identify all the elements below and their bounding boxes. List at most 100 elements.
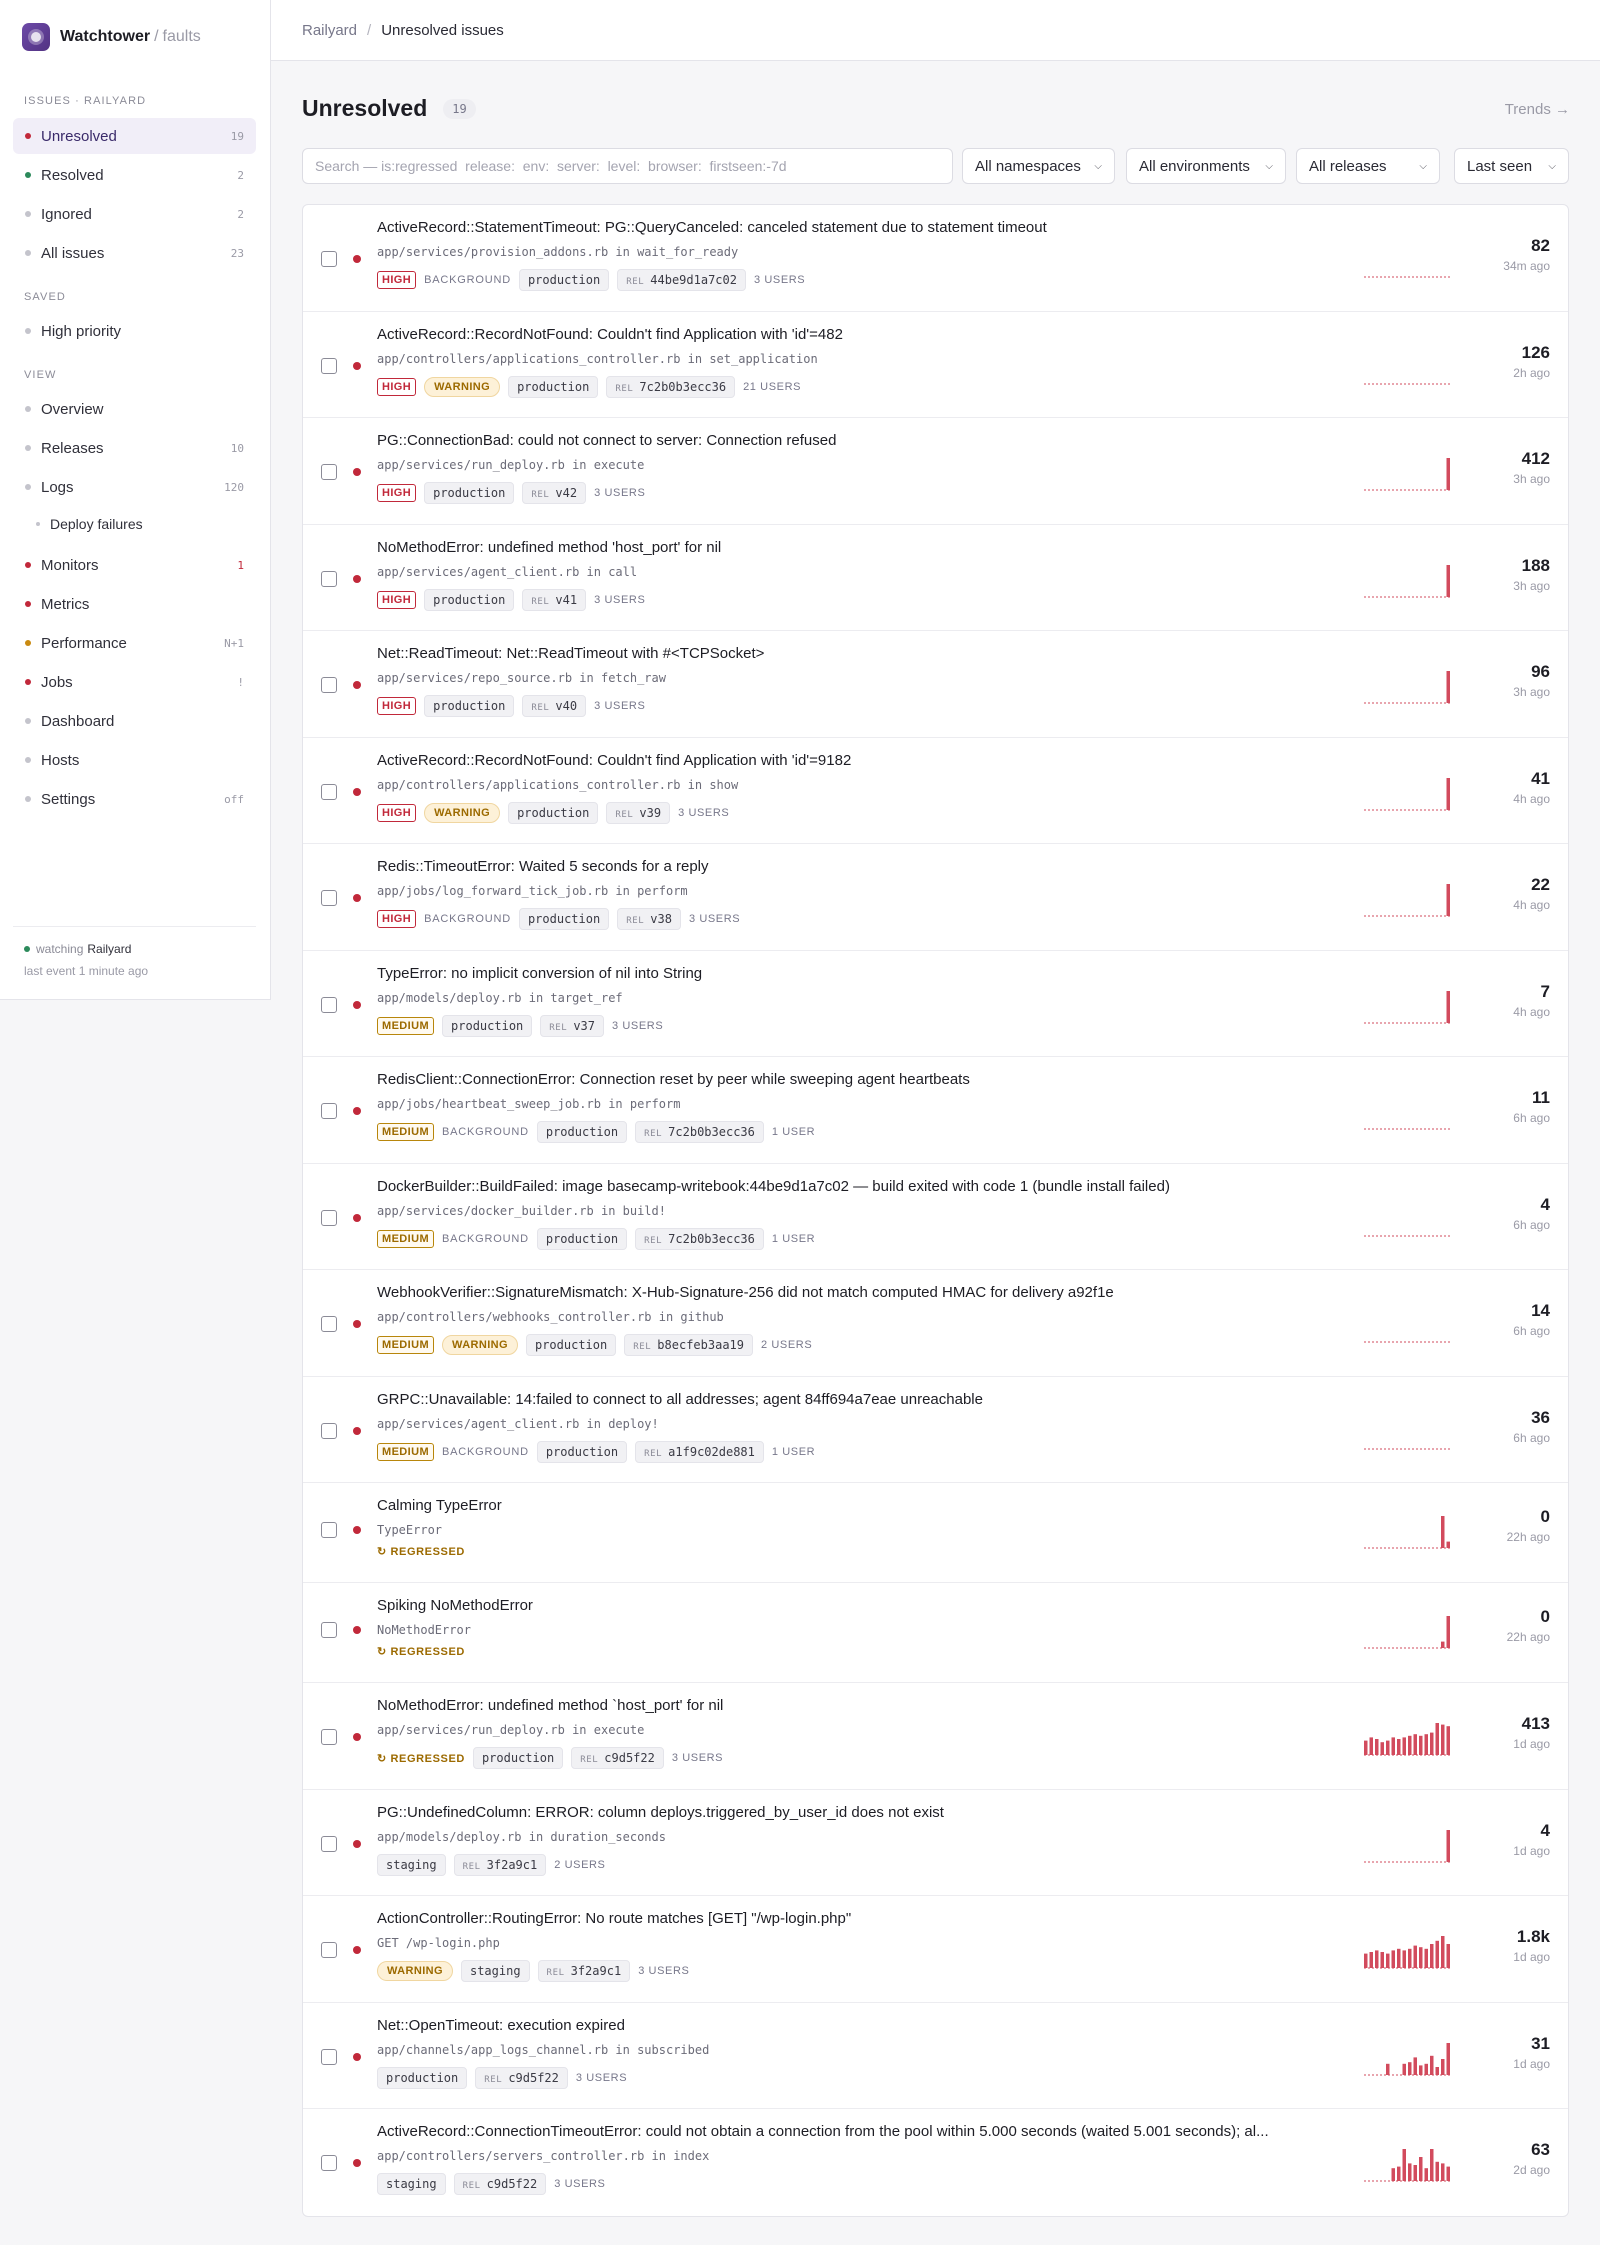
issue-select-checkbox[interactable] [321, 1522, 337, 1538]
issue-row[interactable]: Net::OpenTimeout: execution expired app/c… [303, 2003, 1568, 2109]
issue-select-checkbox[interactable] [321, 1316, 337, 1332]
issue-row[interactable]: GRPC::Unavailable: 14:failed to connect … [303, 1377, 1568, 1483]
environment-tag[interactable]: staging [377, 1853, 446, 1876]
issue-title[interactable]: WebhookVerifier::SignatureMismatch: X-Hu… [377, 1284, 1114, 1301]
issue-title[interactable]: Net::OpenTimeout: execution expired [377, 2017, 625, 2034]
release-tag[interactable]: REL 3f2a9c1 [453, 1853, 547, 1876]
environment-tag[interactable]: production [424, 482, 515, 504]
issue-row[interactable]: PG::ConnectionBad: could not connect to … [303, 418, 1568, 525]
sidebar-item-logs[interactable]: Logs 120 [13, 469, 256, 505]
issue-row[interactable]: ActiveRecord::ConnectionTimeoutError: co… [303, 2109, 1568, 2216]
issue-row[interactable]: Spiking NoMethodError NoMethodError ↻ REGR… [303, 1583, 1568, 1683]
sidebar-item-all-issues[interactable]: All issues 23 [13, 235, 256, 271]
issue-select-checkbox[interactable] [321, 1729, 337, 1745]
issue-row[interactable]: ActiveRecord::StatementTimeout: PG::Quer… [303, 205, 1568, 312]
sidebar-item-hosts[interactable]: Hosts [13, 742, 256, 778]
release-tag[interactable]: REL v41 [522, 588, 587, 611]
issue-row[interactable]: NoMethodError: undefined method 'host_po… [303, 525, 1568, 631]
environment-tag[interactable]: staging [377, 2173, 446, 2195]
issue-title[interactable]: NoMethodError: undefined method 'host_po… [377, 539, 721, 556]
environment-tag[interactable]: production [442, 1014, 533, 1037]
issue-title[interactable]: Redis::TimeoutError: Waited 5 seconds fo… [377, 858, 709, 875]
environment-tag[interactable]: production [508, 375, 599, 398]
environment-tag[interactable]: production [518, 908, 610, 930]
issue-title[interactable]: ActiveRecord::ConnectionTimeoutError: co… [377, 2123, 1269, 2140]
issue-select-checkbox[interactable] [321, 2048, 337, 2065]
trends-link[interactable]: Trends → [1505, 101, 1570, 118]
release-tag[interactable]: REL c9d5f22 [453, 2173, 547, 2195]
issue-select-checkbox[interactable] [321, 570, 337, 587]
issue-select-checkbox[interactable] [321, 251, 337, 267]
issue-select-checkbox[interactable] [321, 357, 337, 374]
issue-row[interactable]: NoMethodError: undefined method `host_po… [303, 1683, 1568, 1790]
issue-select-checkbox[interactable] [321, 996, 337, 1013]
issue-select-checkbox[interactable] [321, 1103, 337, 1119]
environment-tag[interactable]: production [518, 269, 610, 291]
issue-select-checkbox[interactable] [321, 1209, 337, 1226]
issue-row[interactable]: ActiveRecord::RecordNotFound: Couldn't f… [303, 738, 1568, 844]
sidebar-item-dashboard[interactable]: Dashboard [13, 703, 256, 739]
issue-title[interactable]: Calming TypeError [377, 1497, 502, 1514]
release-tag[interactable]: REL v40 [522, 695, 587, 717]
issue-row[interactable]: ActiveRecord::RecordNotFound: Couldn't f… [303, 312, 1568, 418]
issue-row[interactable]: RedisClient::ConnectionError: Connection… [303, 1057, 1568, 1164]
release-filter[interactable]: All releases ⌵ [1296, 148, 1440, 184]
release-tag[interactable]: REL a1f9c02de881 [635, 1440, 764, 1463]
issue-title[interactable]: Net::ReadTimeout: Net::ReadTimeout with … [377, 645, 764, 662]
issue-select-checkbox[interactable] [321, 1422, 337, 1439]
issue-title[interactable]: RedisClient::ConnectionError: Connection… [377, 1071, 970, 1088]
brand[interactable]: Watchtower / faults [22, 23, 201, 51]
environment-tag[interactable]: production [536, 1227, 628, 1250]
environment-tag[interactable]: production [424, 588, 515, 611]
release-tag[interactable]: REL c9d5f22 [475, 2066, 568, 2089]
sidebar-item-metrics[interactable]: Metrics [13, 586, 256, 622]
issue-select-checkbox[interactable] [321, 1835, 337, 1852]
environment-tag[interactable]: production [424, 695, 515, 717]
sidebar-item-unresolved[interactable]: Unresolved 19 [13, 118, 256, 154]
sidebar-item-resolved[interactable]: Resolved 2 [13, 157, 256, 193]
breadcrumb-project-link[interactable]: Railyard [302, 22, 357, 39]
sidebar-item-monitors[interactable]: Monitors 1 [13, 547, 256, 583]
environment-tag[interactable]: production [377, 2066, 468, 2089]
issue-select-checkbox[interactable] [321, 1942, 337, 1958]
issue-select-checkbox[interactable] [321, 1622, 337, 1638]
issue-row[interactable]: Redis::TimeoutError: Waited 5 seconds fo… [303, 844, 1568, 951]
sidebar-item-settings[interactable]: Settings off [13, 781, 256, 817]
release-tag[interactable]: REL v42 [522, 482, 587, 504]
release-tag[interactable]: REL 3f2a9c1 [537, 1960, 631, 1982]
issue-row[interactable]: WebhookVerifier::SignatureMismatch: X-Hu… [303, 1270, 1568, 1377]
environment-tag[interactable]: production [525, 1334, 617, 1356]
sidebar-item-releases[interactable]: Releases 10 [13, 430, 256, 466]
search-input[interactable] [302, 148, 953, 184]
sidebar-item-deploy-failures[interactable]: Deploy failures [26, 508, 256, 540]
issue-row[interactable]: ActionController::RoutingError: No route… [303, 1896, 1568, 2003]
release-tag[interactable]: REL 44be9d1a7c02 [617, 269, 746, 291]
sidebar-item-high-priority[interactable]: High priority [13, 313, 256, 349]
issue-row[interactable]: TypeError: no implicit conversion of nil… [303, 951, 1568, 1057]
environment-tag[interactable]: production [508, 801, 599, 824]
release-tag[interactable]: REL v39 [606, 801, 671, 824]
issue-title[interactable]: DockerBuilder::BuildFailed: image baseca… [377, 1178, 1170, 1195]
issue-row[interactable]: Net::ReadTimeout: Net::ReadTimeout with … [303, 631, 1568, 738]
sidebar-item-performance[interactable]: Performance N+1 [13, 625, 256, 661]
issue-select-checkbox[interactable] [321, 677, 337, 693]
release-tag[interactable]: REL 7c2b0b3ecc36 [635, 1227, 764, 1250]
environment-filter[interactable]: All environments ⌵ [1126, 148, 1286, 184]
sidebar-item-ignored[interactable]: Ignored 2 [13, 196, 256, 232]
environment-tag[interactable]: production [472, 1747, 564, 1769]
issue-title[interactable]: PG::UndefinedColumn: ERROR: column deplo… [377, 1804, 944, 1821]
namespace-filter[interactable]: All namespaces ⌵ [962, 148, 1115, 184]
release-tag[interactable]: REL v37 [540, 1014, 605, 1037]
issue-select-checkbox[interactable] [321, 2155, 337, 2171]
issue-row[interactable]: Calming TypeError TypeError ↻ REGRESSED 0 22… [303, 1483, 1568, 1583]
issue-title[interactable]: ActiveRecord::StatementTimeout: PG::Quer… [377, 219, 1047, 236]
sort-filter[interactable]: Last seen ⌵ [1454, 148, 1569, 184]
release-tag[interactable]: REL c9d5f22 [571, 1747, 664, 1769]
issue-title[interactable]: Spiking NoMethodError [377, 1597, 533, 1614]
issue-title[interactable]: NoMethodError: undefined method `host_po… [377, 1697, 723, 1714]
issue-select-checkbox[interactable] [321, 890, 337, 906]
environment-tag[interactable]: production [536, 1440, 628, 1463]
issue-row[interactable]: PG::UndefinedColumn: ERROR: column deplo… [303, 1790, 1568, 1896]
release-tag[interactable]: REL 7c2b0b3ecc36 [606, 375, 736, 398]
issue-title[interactable]: PG::ConnectionBad: could not connect to … [377, 432, 836, 449]
